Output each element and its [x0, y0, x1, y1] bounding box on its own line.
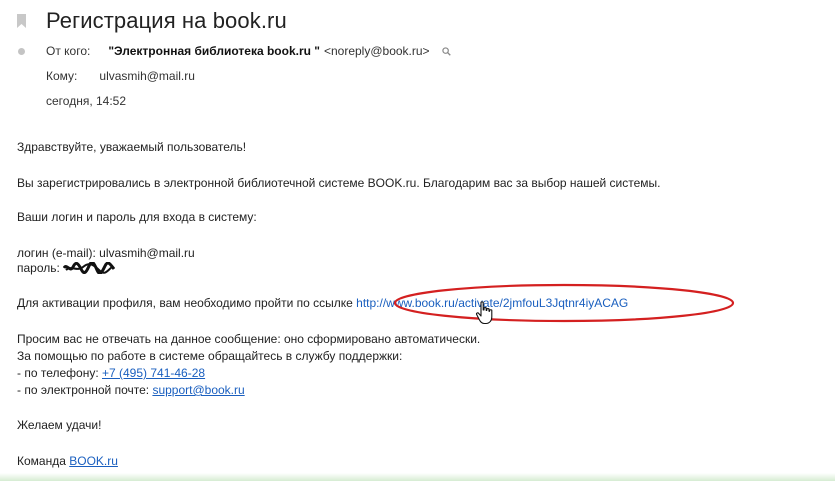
to-value[interactable]: ulvasmih@mail.ru — [99, 69, 195, 83]
to-label: Кому: — [46, 69, 78, 83]
password-label: пароль: — [17, 261, 60, 275]
support-email-label: - по электронной почте: — [17, 383, 150, 397]
team-line: Команда BOOK.ru — [17, 454, 118, 468]
password-line: пароль: — [17, 261, 116, 275]
email-subject: Регистрация на book.ru — [46, 8, 287, 33]
from-row: От кого: "Электронная библиотека book.ru … — [46, 44, 451, 58]
support-intro: За помощью по работе в системе обращайте… — [17, 349, 403, 363]
hand-cursor-icon — [475, 301, 493, 325]
registered-text: Вы зарегистрировались в электронной библ… — [17, 176, 661, 190]
login-line: логин (e-mail): ulvasmih@mail.ru — [17, 246, 195, 260]
search-icon[interactable] — [441, 47, 451, 56]
team-label: Команда — [17, 454, 66, 468]
activation-text: Для активации профиля, вам необходимо пр… — [17, 296, 353, 310]
from-label: От кого: — [46, 44, 91, 58]
email-header: Регистрация на book.ru От кого: "Электрон… — [0, 0, 835, 122]
highlight-oval — [393, 283, 735, 323]
frame-bottom-edge — [0, 473, 835, 481]
wishes-text: Желаем удачи! — [17, 418, 102, 432]
redacted-password — [63, 262, 116, 274]
team-link[interactable]: BOOK.ru — [69, 454, 118, 468]
dot-icon — [18, 48, 25, 55]
email-date: сегодня, 14:52 — [46, 94, 127, 108]
from-name[interactable]: "Электронная библиотека book.ru " — [108, 44, 320, 58]
phone-line: - по телефону: +7 (495) 741-46-28 — [17, 366, 205, 380]
phone-link[interactable]: +7 (495) 741-46-28 — [102, 366, 205, 380]
bookmark-icon[interactable] — [17, 14, 26, 28]
support-email-line: - по электронной почте: support@book.ru — [17, 383, 245, 397]
no-reply-text: Просим вас не отвечать на данное сообщен… — [17, 332, 481, 346]
from-address[interactable]: <noreply@book.ru> — [324, 44, 430, 58]
phone-label: - по телефону: — [17, 366, 99, 380]
credentials-intro: Ваши логин и пароль для входа в систему: — [17, 210, 257, 224]
greeting-text: Здравствуйте, уважаемый пользователь! — [17, 140, 247, 154]
to-row: Кому: ulvasmih@mail.ru — [46, 69, 195, 83]
support-email-link[interactable]: support@book.ru — [152, 383, 244, 397]
